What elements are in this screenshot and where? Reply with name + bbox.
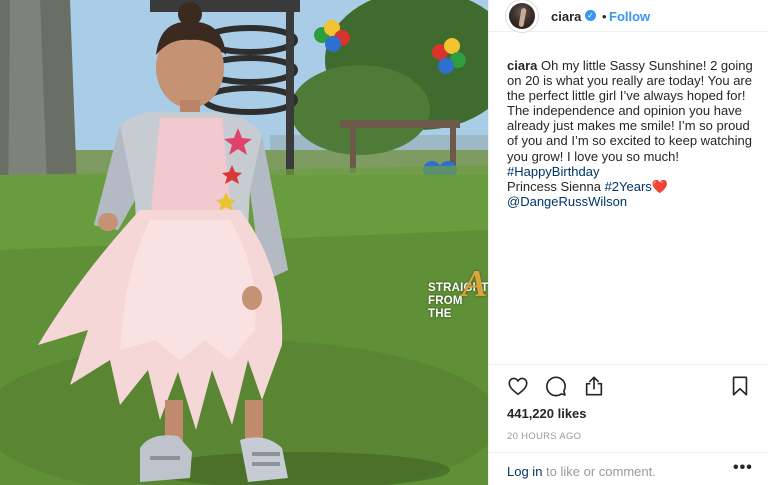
- share-button[interactable]: [583, 375, 605, 397]
- hashtag-2years-link[interactable]: #2Years: [605, 179, 652, 194]
- post-actions: [489, 364, 768, 404]
- save-button[interactable]: [729, 375, 751, 397]
- post-timestamp[interactable]: 20 HOURS AGO: [507, 431, 581, 442]
- avatar-photo: [509, 3, 535, 29]
- watermark-letter-a: A: [462, 263, 488, 305]
- caption-text: Oh my little Sassy Sunshine! 2 going on …: [507, 58, 753, 164]
- login-link[interactable]: Log in: [507, 464, 542, 479]
- comment-footer: Log in to like or comment. •••: [489, 452, 768, 485]
- post-sidebar: ciara ✓ • Follow ciara Oh my little Sass…: [488, 0, 768, 485]
- caption-princess-text: Princess Sienna: [507, 178, 605, 194]
- red-heart-emoji: ❤️: [651, 178, 668, 194]
- comment-icon: [546, 376, 566, 397]
- likes-count[interactable]: 441,220 likes: [507, 406, 587, 421]
- verified-badge-icon: ✓: [585, 10, 596, 21]
- login-prompt-text: to like or comment.: [542, 464, 656, 479]
- post-caption: ciara Oh my little Sassy Sunshine! 2 goi…: [507, 58, 759, 209]
- watermark-line-the: THE: [428, 308, 452, 320]
- share-icon: [585, 376, 603, 396]
- comment-button[interactable]: [545, 375, 567, 397]
- avatar-figure: [518, 7, 527, 28]
- header-separator: •: [602, 9, 607, 24]
- bookmark-icon: [732, 376, 748, 396]
- post-header: ciara ✓ • Follow: [489, 0, 768, 33]
- username-link[interactable]: ciara: [551, 9, 581, 24]
- straight-from-the-a-watermark: STRAIGHT FROM THE A: [428, 265, 488, 322]
- post-photo[interactable]: STRAIGHT FROM THE A: [0, 0, 488, 485]
- photo-scene: [0, 0, 488, 485]
- avatar[interactable]: [505, 0, 539, 33]
- like-button[interactable]: [507, 375, 529, 397]
- caption-username-link[interactable]: ciara: [507, 58, 537, 73]
- login-prompt: Log in to like or comment.: [507, 464, 656, 479]
- hashtag-happybirthday-link[interactable]: #HappyBirthday: [507, 164, 600, 179]
- follow-button[interactable]: Follow: [609, 9, 650, 24]
- more-options-icon[interactable]: •••: [733, 460, 753, 477]
- heart-icon: [508, 377, 528, 396]
- mention-dangerusswilson-link[interactable]: @DangeRussWilson: [507, 194, 627, 209]
